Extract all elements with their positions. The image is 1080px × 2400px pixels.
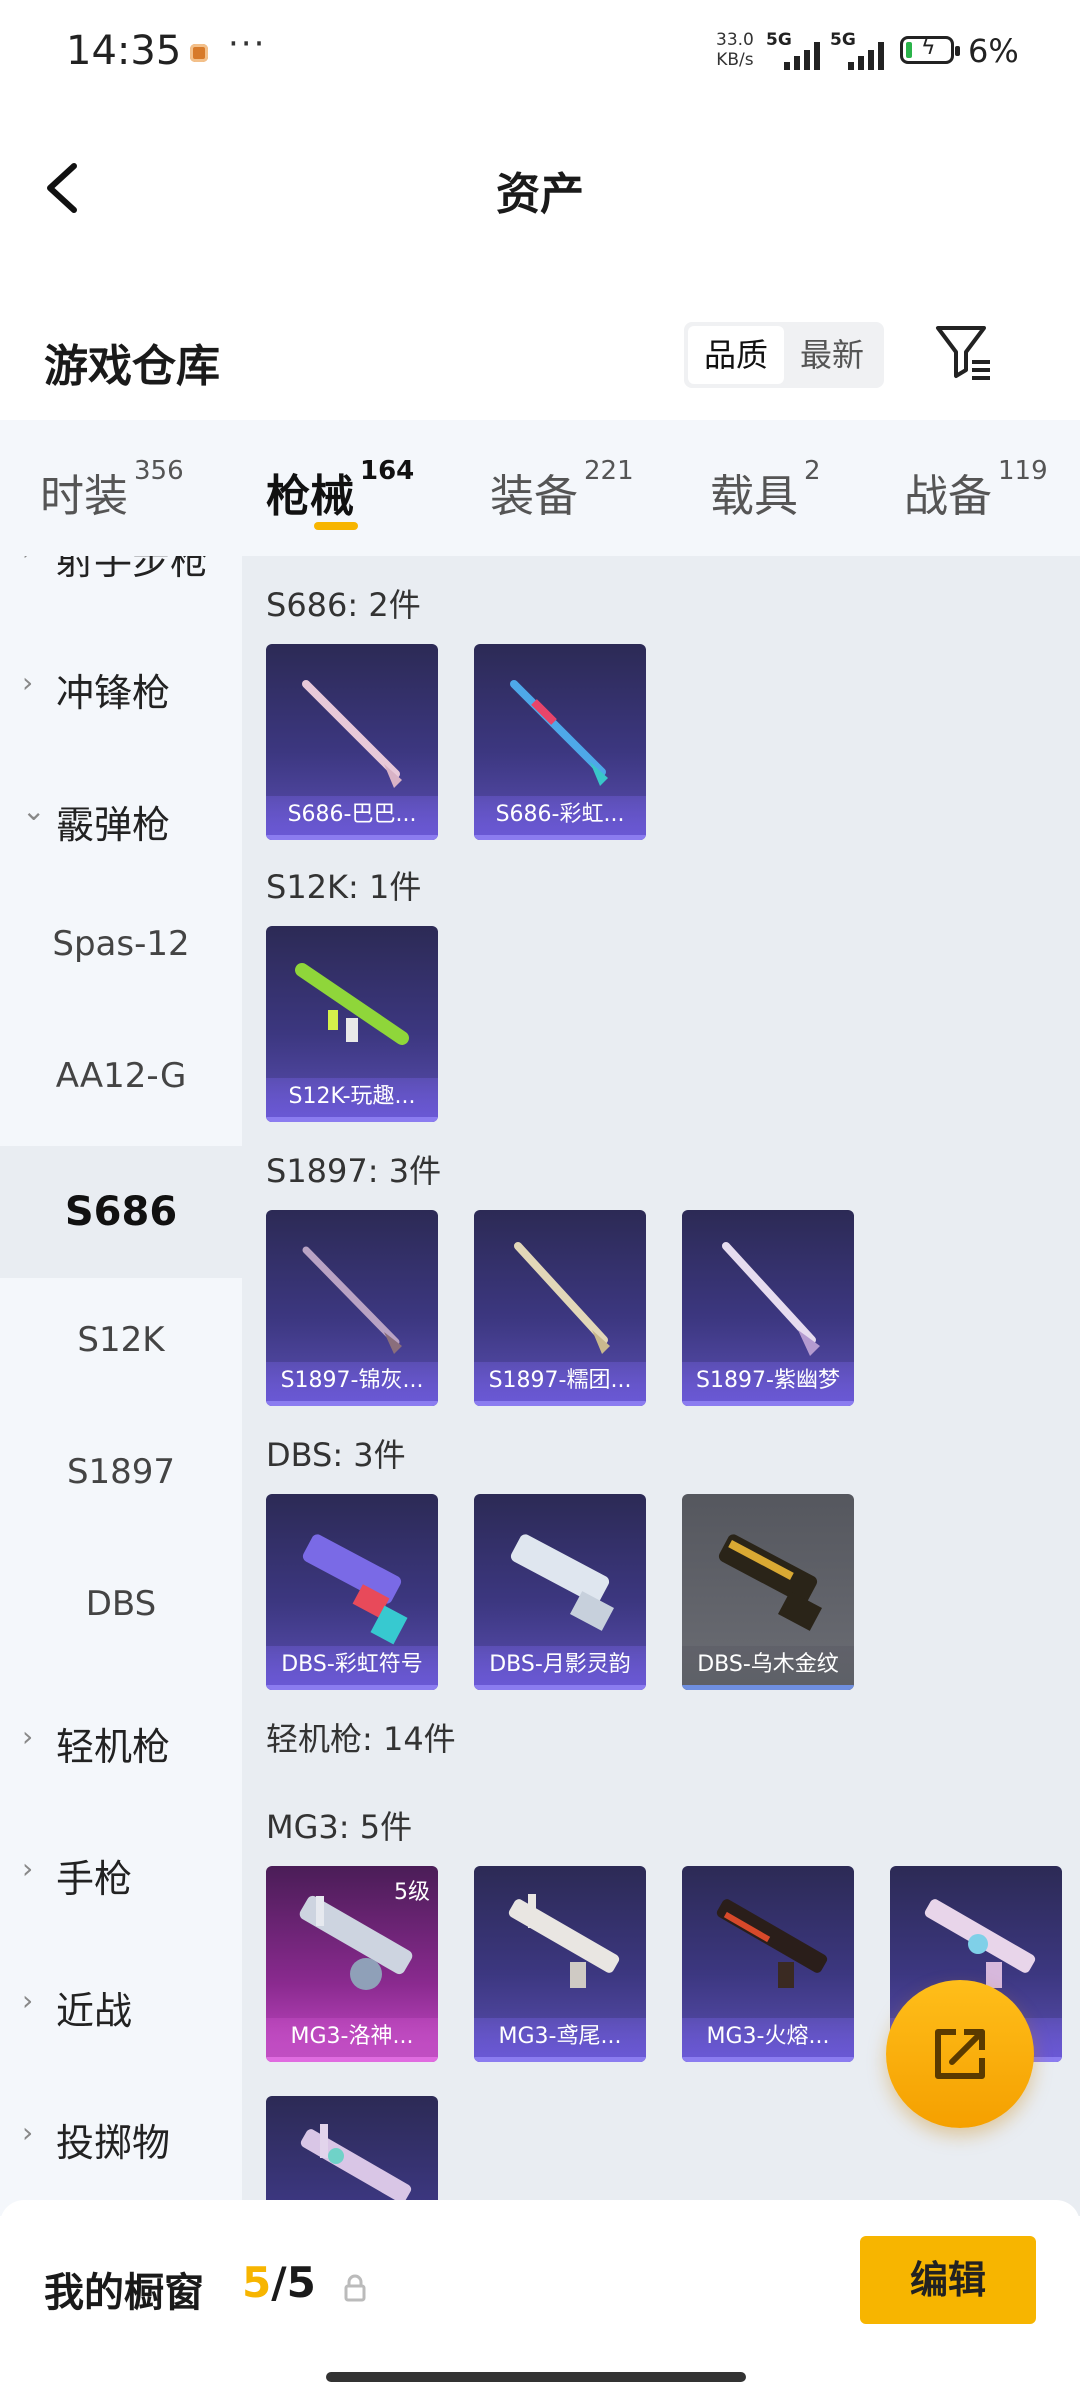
- item-name: S686-巴巴...: [287, 802, 417, 827]
- home-indicator[interactable]: [326, 2372, 746, 2382]
- status-time: 14:35: [66, 28, 182, 74]
- item-grid: S686: 2件 S686-巴巴... S686-彩虹... S12K: 1件 …: [242, 556, 1080, 2216]
- item-name: S1897-紫幽梦: [696, 1368, 840, 1393]
- signal-icon-sim2: 5G: [830, 30, 900, 70]
- warehouse-title: 游戏仓库: [44, 341, 220, 392]
- item-name: S1897-锦灰...: [280, 1368, 424, 1393]
- external-link-icon: [935, 2029, 985, 2079]
- sidebar-subitem-aa12g[interactable]: AA12-G: [0, 1056, 242, 1096]
- item-name: DBS-彩虹符号: [281, 1652, 423, 1677]
- sort-newest-button[interactable]: 最新: [784, 322, 880, 388]
- chevron-down-icon: ⌄: [22, 794, 46, 827]
- showcase-bar: 我的橱窗 5/5 编辑: [0, 2200, 1080, 2400]
- item-card[interactable]: S686-彩虹...: [474, 644, 646, 840]
- item-name: S12K-玩趣...: [288, 1084, 416, 1109]
- item-card[interactable]: S686-巴巴...: [266, 644, 438, 840]
- item-card[interactable]: S1897-糯团...: [474, 1210, 646, 1406]
- chevron-right-icon: ›: [22, 666, 34, 699]
- status-bar: 14:35 ··· 33.0 KB/s 5G 5G ϟ 6%: [0, 0, 1080, 100]
- tab-equipment[interactable]: 装备 221: [490, 456, 634, 524]
- group-title-s1897: S1897: 3件: [266, 1152, 442, 1190]
- item-name: S686-彩虹...: [495, 802, 625, 827]
- sidebar-subitem-s1897[interactable]: S1897: [0, 1452, 242, 1492]
- showcase-label: 我的橱窗: [44, 2270, 204, 2316]
- more-notifications-icon: ···: [228, 24, 267, 64]
- sort-quality-button[interactable]: 品质: [688, 326, 784, 384]
- chevron-right-icon: ›: [22, 1852, 34, 1885]
- sort-toggle: 品质 最新: [684, 322, 884, 388]
- item-name: DBS-月影灵韵: [489, 1652, 631, 1677]
- sidebar-subitem-s12k[interactable]: S12K: [0, 1320, 242, 1360]
- item-name: MG3-鸢尾...: [498, 2024, 622, 2049]
- item-name: MG3-洛神...: [290, 2024, 414, 2049]
- item-card[interactable]: DBS-月影灵韵: [474, 1494, 646, 1690]
- tab-firearms[interactable]: 枪械 164: [266, 456, 414, 524]
- item-card[interactable]: 5级 MG3-洛神...: [266, 1866, 438, 2062]
- sidebar-subitem-s686[interactable]: S686: [0, 1146, 242, 1278]
- active-tab-indicator: [314, 522, 358, 530]
- machine-gun-skin-icon: [300, 2124, 412, 2203]
- battery-icon: ϟ: [900, 35, 960, 64]
- item-card[interactable]: DBS-乌木金纹: [682, 1494, 854, 1690]
- item-card[interactable]: S1897-紫幽梦: [682, 1210, 854, 1406]
- network-speed: 33.0 KB/s: [716, 30, 754, 70]
- group-title-s686: S686: 2件: [266, 586, 421, 624]
- showcase-count: 5/5: [242, 2258, 316, 2307]
- chevron-right-icon: ›: [22, 1984, 34, 2017]
- sidebar-subitem-spas12[interactable]: Spas-12: [0, 924, 242, 964]
- edit-button[interactable]: 编辑: [860, 2236, 1036, 2324]
- tab-supplies[interactable]: 战备 119: [904, 456, 1048, 524]
- tab-vehicles[interactable]: 载具 2: [710, 456, 821, 524]
- item-name: MG3-火熔...: [706, 2024, 830, 2049]
- group-title-mg3: MG3: 5件: [266, 1808, 413, 1846]
- item-card[interactable]: [266, 2096, 438, 2216]
- signal-icon-sim1: 5G: [766, 30, 836, 70]
- battery-percent: 6%: [968, 32, 1019, 70]
- group-title-lmg: 轻机枪: 14件: [266, 1720, 456, 1758]
- sidebar-subitem-dbs[interactable]: DBS: [0, 1584, 242, 1624]
- item-name: DBS-乌木金纹: [697, 1652, 839, 1677]
- share-fab[interactable]: [886, 1980, 1034, 2128]
- item-name: S1897-糯团...: [488, 1368, 632, 1393]
- item-card[interactable]: MG3-火熔...: [682, 1866, 854, 2062]
- filter-icon[interactable]: [934, 322, 994, 382]
- item-card[interactable]: DBS-彩虹符号: [266, 1494, 438, 1690]
- item-card[interactable]: S12K-玩趣...: [266, 926, 438, 1122]
- lock-icon: [344, 2274, 366, 2302]
- item-card[interactable]: MG3-鸢尾...: [474, 1866, 646, 2062]
- sidebar: ›射手步枪 ›冲锋枪 ⌄霰弹枪 Spas-12 AA12-G S686 S12K…: [0, 556, 242, 2216]
- level-badge: 5级: [394, 1880, 430, 1905]
- group-title-s12k: S12K: 1件: [266, 868, 422, 906]
- chevron-right-icon: ›: [22, 2116, 34, 2149]
- chevron-right-icon: ›: [22, 1720, 34, 1753]
- notification-app-icon: [190, 44, 208, 62]
- group-title-dbs: DBS: 3件: [266, 1436, 406, 1474]
- page-title: 资产: [496, 169, 584, 220]
- item-card[interactable]: S1897-锦灰...: [266, 1210, 438, 1406]
- tab-fashion[interactable]: 时装 356: [40, 456, 184, 524]
- category-tabs: 时装 356 枪械 164 装备 221 载具 2 战备 119: [0, 420, 1080, 556]
